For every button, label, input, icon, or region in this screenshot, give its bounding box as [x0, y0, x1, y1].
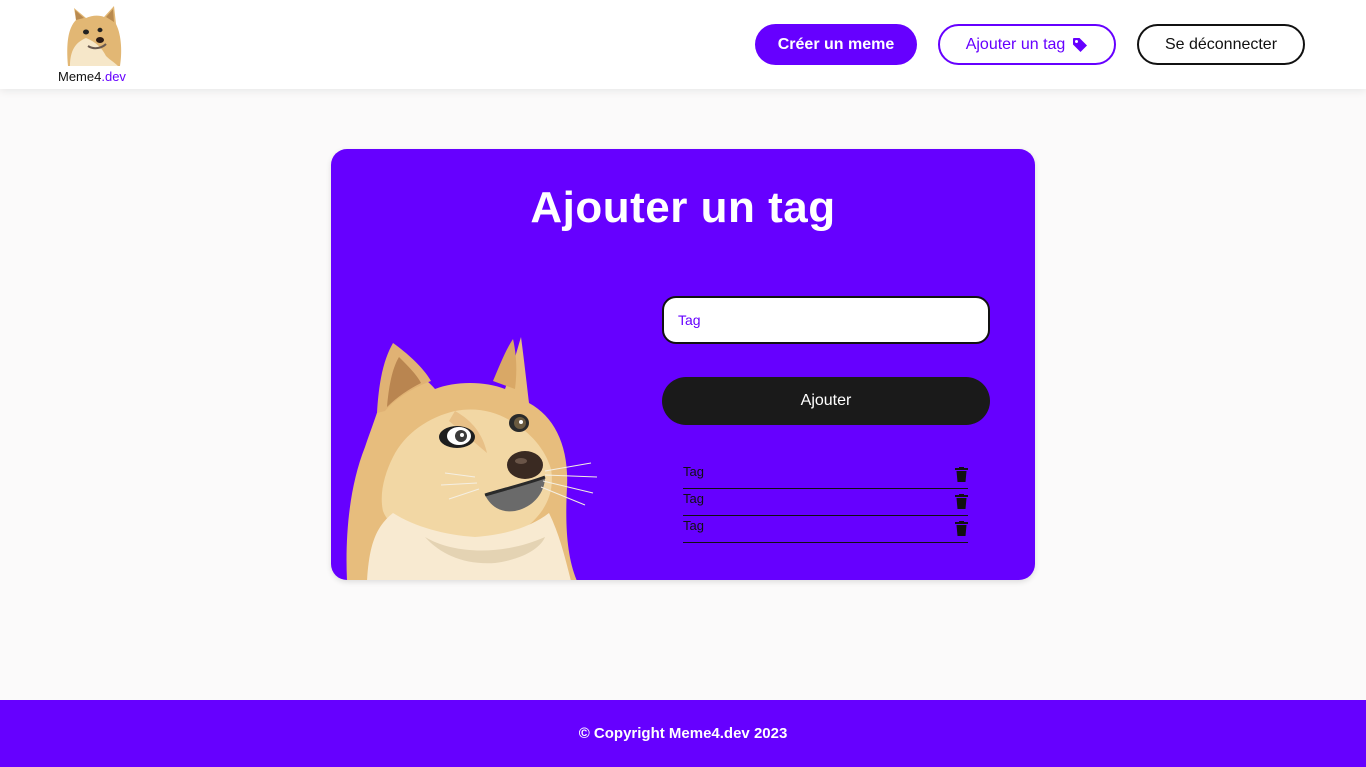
- doge-logo-icon: [67, 6, 122, 66]
- tag-name: Tag: [683, 464, 704, 479]
- logout-label: Se déconnecter: [1164, 35, 1278, 53]
- create-meme-label: Créer un meme: [777, 35, 895, 53]
- top-navbar: Meme4.dev Créer un meme Ajouter un tag S…: [0, 0, 1366, 89]
- tag-list: Tag Tag Tag: [683, 462, 968, 543]
- add-tag-submit-button[interactable]: Ajouter: [662, 377, 990, 425]
- site-logo[interactable]: Meme4.dev: [58, 4, 130, 84]
- create-meme-button[interactable]: Créer un meme: [755, 24, 917, 65]
- logo-text: Meme4.dev: [58, 69, 126, 84]
- logout-button[interactable]: Se déconnecter: [1137, 24, 1305, 65]
- tag-list-item: Tag: [683, 516, 968, 543]
- doge-illustration: [346, 337, 598, 580]
- tag-input[interactable]: [662, 296, 990, 344]
- page-title: Ajouter un tag: [530, 183, 836, 232]
- tag-name: Tag: [683, 491, 704, 506]
- trash-icon[interactable]: [955, 467, 968, 487]
- add-tag-card: Ajouter un tag Tag Ajouter Tag Tag Tag: [331, 149, 1035, 580]
- tag-list-item: Tag: [683, 462, 968, 489]
- trash-icon[interactable]: [955, 494, 968, 514]
- site-footer: © Copyright Meme4.dev 2023: [0, 700, 1366, 767]
- add-tag-nav-button[interactable]: Ajouter un tag: [938, 24, 1116, 65]
- add-tag-nav-label: Ajouter un tag: [965, 35, 1066, 53]
- tag-name: Tag: [683, 518, 704, 533]
- tag-list-item: Tag: [683, 489, 968, 516]
- trash-icon[interactable]: [955, 521, 968, 541]
- tag-icon: [1073, 37, 1088, 52]
- copyright-text: © Copyright Meme4.dev 2023: [578, 725, 788, 742]
